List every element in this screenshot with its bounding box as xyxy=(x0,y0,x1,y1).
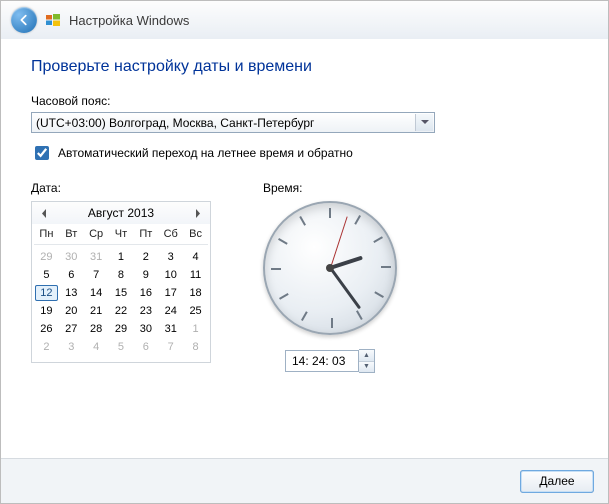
calendar-day[interactable]: 30 xyxy=(60,249,83,265)
dst-label: Автоматический переход на летнее время и… xyxy=(58,146,353,160)
calendar-day[interactable]: 6 xyxy=(60,267,83,283)
titlebar: Настройка Windows xyxy=(1,1,608,40)
calendar-dow: Пт xyxy=(133,226,158,245)
calendar-dow: Пн xyxy=(34,226,59,245)
clock-tick xyxy=(299,216,306,226)
calendar-day[interactable]: 13 xyxy=(60,285,83,301)
calendar-day[interactable]: 20 xyxy=(60,303,83,319)
chevron-right-icon xyxy=(195,209,201,218)
calendar-dow: Ср xyxy=(84,226,109,245)
calendar-day[interactable]: 14 xyxy=(85,285,108,301)
clock-tick xyxy=(271,268,281,270)
footer: Далее xyxy=(1,458,608,503)
calendar-month-title[interactable]: Август 2013 xyxy=(88,206,154,220)
calendar-day[interactable]: 10 xyxy=(159,267,182,283)
calendar-day[interactable]: 25 xyxy=(184,303,207,319)
calendar-day[interactable]: 21 xyxy=(85,303,108,319)
calendar-day[interactable]: 15 xyxy=(110,285,133,301)
calendar-grid: ПнВтСрЧтПтСбВс29303112345678910111213141… xyxy=(32,224,210,362)
calendar-day[interactable]: 28 xyxy=(85,321,108,337)
calendar-day[interactable]: 7 xyxy=(85,267,108,283)
calendar-day[interactable]: 29 xyxy=(35,249,58,265)
app-icon xyxy=(45,12,61,28)
calendar-dow: Чт xyxy=(109,226,134,245)
date-label: Дата: xyxy=(31,181,211,195)
clock-tick xyxy=(278,238,288,245)
dst-checkbox[interactable] xyxy=(35,146,49,160)
setup-window: Настройка Windows Проверьте настройку да… xyxy=(0,0,609,504)
calendar-prev-button[interactable] xyxy=(38,207,50,219)
calendar-day[interactable]: 26 xyxy=(35,321,58,337)
calendar-day[interactable]: 1 xyxy=(110,249,133,265)
time-spin-down-button[interactable]: ▼ xyxy=(359,362,374,373)
page-heading: Проверьте настройку даты и времени xyxy=(31,58,578,76)
arrow-left-icon xyxy=(17,13,31,27)
back-button[interactable] xyxy=(11,7,37,33)
next-button[interactable]: Далее xyxy=(520,470,594,493)
clock-tick xyxy=(279,293,289,300)
timezone-label: Часовой пояс: xyxy=(31,94,578,108)
timezone-select[interactable]: (UTC+03:00) Волгоград, Москва, Санкт-Пет… xyxy=(31,112,435,133)
calendar-next-button[interactable] xyxy=(192,207,204,219)
calendar-day[interactable]: 8 xyxy=(184,339,207,355)
clock-tick xyxy=(354,215,361,225)
calendar-day[interactable]: 17 xyxy=(159,285,182,301)
calendar-day[interactable]: 11 xyxy=(184,267,207,283)
calendar-day[interactable]: 27 xyxy=(60,321,83,337)
calendar-header: Август 2013 xyxy=(32,202,210,224)
calendar-day[interactable]: 18 xyxy=(184,285,207,301)
calendar-dow: Вт xyxy=(59,226,84,245)
calendar-day[interactable]: 6 xyxy=(134,339,157,355)
calendar-day[interactable]: 31 xyxy=(159,321,182,337)
time-column: Время: ▲ ▼ xyxy=(263,181,397,373)
time-spin-up-button[interactable]: ▲ xyxy=(359,350,374,362)
content-area: Проверьте настройку даты и времени Часов… xyxy=(1,40,608,458)
date-column: Дата: Август 2013 ПнВтСрЧтПтСбВс29303112… xyxy=(31,181,211,373)
clock-tick xyxy=(356,310,363,320)
clock-hour-hand xyxy=(329,256,363,270)
calendar-day[interactable]: 30 xyxy=(134,321,157,337)
calendar-day[interactable]: 3 xyxy=(60,339,83,355)
calendar-dow: Вс xyxy=(183,226,208,245)
clock-tick xyxy=(373,236,383,243)
calendar-day[interactable]: 29 xyxy=(110,321,133,337)
calendar-day[interactable]: 4 xyxy=(184,249,207,265)
window-title: Настройка Windows xyxy=(69,13,189,28)
time-label: Время: xyxy=(263,181,397,195)
analog-clock xyxy=(263,201,397,335)
time-input[interactable] xyxy=(285,350,359,372)
clock-tick xyxy=(374,291,384,298)
calendar-day[interactable]: 12 xyxy=(35,285,58,301)
timezone-selected-value: (UTC+03:00) Волгоград, Москва, Санкт-Пет… xyxy=(36,116,314,130)
clock-minute-hand xyxy=(329,267,361,309)
clock-tick xyxy=(381,266,391,268)
calendar-day[interactable]: 23 xyxy=(134,303,157,319)
calendar-day[interactable]: 24 xyxy=(159,303,182,319)
chevron-down-icon xyxy=(415,114,433,131)
calendar: Август 2013 ПнВтСрЧтПтСбВс29303112345678… xyxy=(31,201,211,363)
calendar-day[interactable]: 1 xyxy=(184,321,207,337)
calendar-day[interactable]: 2 xyxy=(134,249,157,265)
calendar-day[interactable]: 31 xyxy=(85,249,108,265)
calendar-day[interactable]: 3 xyxy=(159,249,182,265)
calendar-day[interactable]: 8 xyxy=(110,267,133,283)
clock-center-dot xyxy=(326,264,334,272)
calendar-day[interactable]: 5 xyxy=(35,267,58,283)
calendar-day[interactable]: 16 xyxy=(134,285,157,301)
clock-tick xyxy=(331,318,333,328)
clock-tick xyxy=(329,208,331,218)
time-spinner: ▲ ▼ xyxy=(359,349,375,373)
calendar-day[interactable]: 19 xyxy=(35,303,58,319)
clock-tick xyxy=(301,311,308,321)
calendar-dow: Сб xyxy=(158,226,183,245)
calendar-day[interactable]: 5 xyxy=(110,339,133,355)
calendar-day[interactable]: 2 xyxy=(35,339,58,355)
calendar-day[interactable]: 9 xyxy=(134,267,157,283)
calendar-day[interactable]: 7 xyxy=(159,339,182,355)
calendar-day[interactable]: 4 xyxy=(85,339,108,355)
calendar-day[interactable]: 22 xyxy=(110,303,133,319)
chevron-left-icon xyxy=(41,209,47,218)
